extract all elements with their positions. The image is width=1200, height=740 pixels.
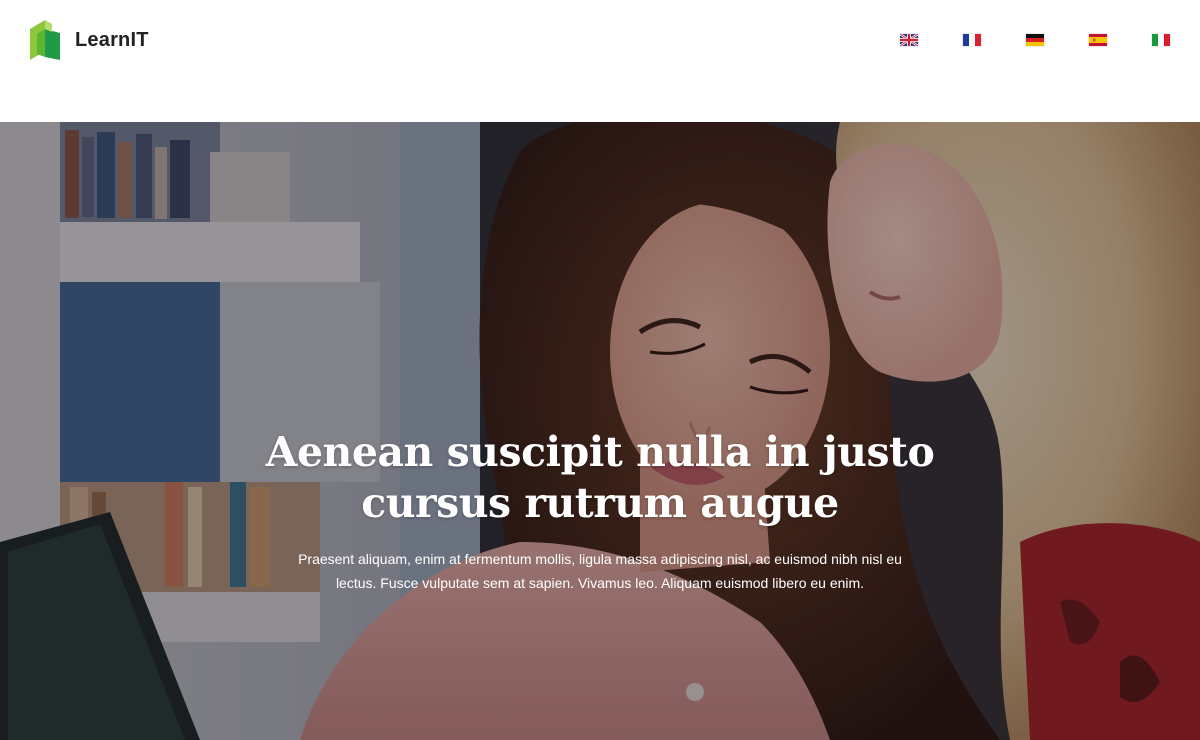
flag-france-icon[interactable] <box>963 34 981 46</box>
flag-germany-icon[interactable] <box>1026 34 1044 46</box>
flag-uk-icon[interactable] <box>900 34 918 46</box>
hero-section: Aenean suscipit nulla in justo cursus ru… <box>0 122 1200 740</box>
flag-italy-icon[interactable] <box>1152 34 1170 46</box>
language-switcher <box>900 34 1170 46</box>
hero-text: Praesent aliquam, enim at fermentum moll… <box>298 551 902 591</box>
hero-title: Aenean suscipit nulla in justo cursus ru… <box>265 428 935 527</box>
brand-name: LearnIT <box>75 28 149 51</box>
flag-spain-icon[interactable] <box>1089 34 1107 46</box>
site-header: LearnIT <box>0 0 1200 122</box>
brand-link[interactable]: LearnIT <box>30 20 149 60</box>
book-logo-icon <box>30 20 60 60</box>
hero-content: Aenean suscipit nulla in justo cursus ru… <box>250 427 950 595</box>
